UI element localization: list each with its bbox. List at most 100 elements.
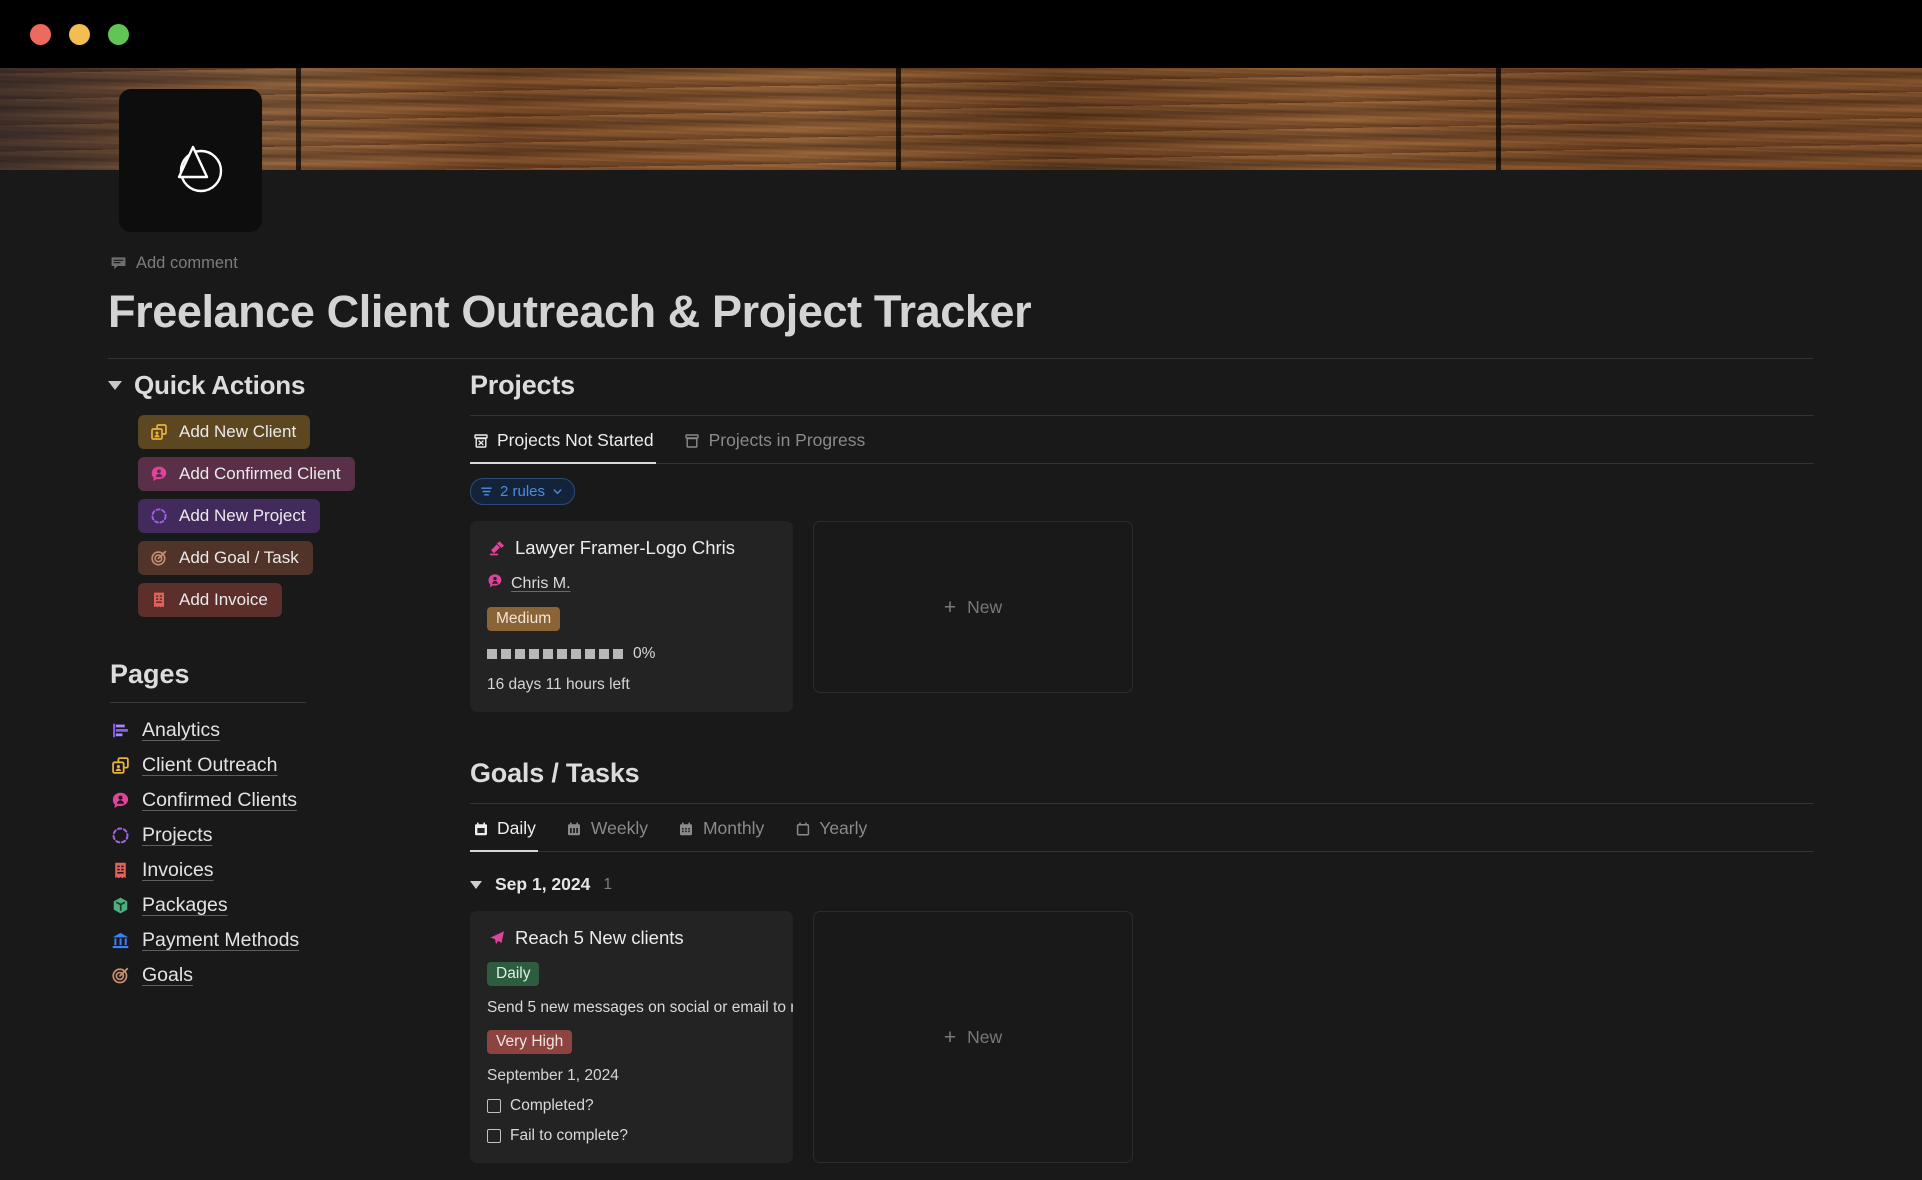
target-icon xyxy=(149,548,169,568)
client-cards-icon xyxy=(149,422,169,442)
new-project-label: New xyxy=(967,596,1003,617)
sidebar-item-confirmed-clients[interactable]: Confirmed Clients xyxy=(110,789,408,812)
quick-action-add-new-project[interactable]: Add New Project xyxy=(138,499,320,533)
tab-label: Weekly xyxy=(590,818,648,838)
goals-group-count: 1 xyxy=(603,875,612,893)
gavel-icon xyxy=(487,539,506,558)
dashed-circle-icon xyxy=(110,825,131,846)
goals-group-header[interactable]: Sep 1, 2024 1 xyxy=(470,874,1815,895)
quick-action-add-invoice[interactable]: Add Invoice xyxy=(138,583,282,617)
sidebar-item-label: Invoices xyxy=(142,859,214,881)
completed-checkbox[interactable] xyxy=(487,1099,501,1113)
sidebar-item-packages[interactable]: Packages xyxy=(110,894,408,917)
pages-title: Pages xyxy=(110,659,190,689)
project-person-name: Chris M. xyxy=(511,574,571,592)
project-priority-badge: Medium xyxy=(487,607,561,631)
progress-block xyxy=(557,649,567,659)
completed-label: Completed? xyxy=(510,1097,594,1114)
project-card-title-row: Lawyer Framer-Logo Chris xyxy=(487,537,776,559)
sidebar-item-label: Client Outreach xyxy=(142,754,278,776)
minimize-window-button[interactable] xyxy=(69,23,90,45)
new-goal-button[interactable]: + New xyxy=(813,911,1133,1163)
chat-person-icon xyxy=(487,573,503,594)
sidebar-column: Quick Actions Add New Client Add Confirm… xyxy=(108,370,408,987)
cover-image[interactable] xyxy=(0,68,1922,170)
goal-fail-checkbox-row[interactable]: Fail to complete? xyxy=(487,1127,776,1145)
goal-date: September 1, 2024 xyxy=(487,1067,619,1084)
maximize-window-button[interactable] xyxy=(108,23,129,45)
paper-plane-icon xyxy=(487,929,506,948)
client-cards-icon xyxy=(110,755,131,776)
progress-block xyxy=(501,649,511,659)
progress-block xyxy=(613,649,623,659)
calendar-week-icon xyxy=(566,820,583,837)
project-deadline: 16 days 11 hours left xyxy=(487,676,630,693)
projects-tabs: Projects Not Started Projects in Progres… xyxy=(470,416,1815,464)
progress-block xyxy=(515,649,525,659)
projects-card-row: Lawyer Framer-Logo Chris Chris M. Medium… xyxy=(470,521,1815,712)
tab-label: Daily xyxy=(497,818,536,838)
comment-icon xyxy=(111,257,126,270)
tab-monthly[interactable]: Monthly xyxy=(676,804,766,852)
quick-action-add-confirmed-client[interactable]: Add Confirmed Client xyxy=(138,457,355,491)
project-title: Lawyer Framer-Logo Chris xyxy=(515,537,736,558)
progress-block xyxy=(543,649,553,659)
plus-icon: + xyxy=(943,1025,957,1049)
window-titlebar xyxy=(0,0,1922,68)
tab-daily[interactable]: Daily xyxy=(470,804,538,852)
progress-block xyxy=(599,649,609,659)
collapse-triangle-icon[interactable] xyxy=(108,381,122,390)
archive-x-icon xyxy=(472,432,489,449)
goal-card[interactable]: Reach 5 New clients Daily Send 5 new mes… xyxy=(470,911,793,1163)
project-card-person[interactable]: Chris M. xyxy=(487,573,776,594)
tab-label: Projects in Progress xyxy=(708,430,866,450)
tab-projects-in-progress[interactable]: Projects in Progress xyxy=(682,416,868,464)
goal-title: Reach 5 New clients xyxy=(515,927,684,948)
sidebar-item-analytics[interactable]: Analytics xyxy=(110,719,408,742)
quick-action-label: Add Invoice xyxy=(179,590,268,609)
pages-list: Analytics Client Outreach Confirmed Clie… xyxy=(110,719,408,987)
new-project-button[interactable]: + New xyxy=(813,521,1133,693)
goal-card-title-row: Reach 5 New clients xyxy=(487,927,776,949)
tab-weekly[interactable]: Weekly xyxy=(564,804,650,852)
quick-action-label: Add Confirmed Client xyxy=(179,464,341,483)
quick-action-label: Add New Client xyxy=(179,422,297,441)
project-card[interactable]: Lawyer Framer-Logo Chris Chris M. Medium… xyxy=(470,521,793,712)
bank-icon xyxy=(110,930,131,951)
quick-actions-title: Quick Actions xyxy=(134,370,306,400)
sidebar-item-label: Packages xyxy=(142,894,228,916)
projects-section-title: Projects xyxy=(470,370,575,400)
goal-completed-checkbox-row[interactable]: Completed? xyxy=(487,1097,776,1115)
add-comment-label: Add comment xyxy=(136,254,238,272)
add-comment-button[interactable]: Add comment xyxy=(110,254,238,273)
goals-tabs: Daily Weekly Monthly Yearly xyxy=(470,804,1815,852)
invoice-icon xyxy=(110,860,131,881)
sidebar-item-projects[interactable]: Projects xyxy=(110,824,408,847)
group-collapse-triangle-icon[interactable] xyxy=(470,880,482,889)
invoice-icon xyxy=(149,590,169,610)
quick-action-add-goal-task[interactable]: Add Goal / Task xyxy=(138,541,313,575)
tab-label: Yearly xyxy=(819,818,868,838)
sidebar-item-invoices[interactable]: Invoices xyxy=(110,859,408,882)
quick-actions-list: Add New Client Add Confirmed Client Add … xyxy=(138,415,408,617)
goals-card-row: Reach 5 New clients Daily Send 5 new mes… xyxy=(470,911,1815,1163)
sidebar-item-label: Goals xyxy=(142,964,193,986)
sidebar-item-goals[interactable]: Goals xyxy=(110,964,408,987)
sidebar-item-client-outreach[interactable]: Client Outreach xyxy=(110,754,408,777)
quick-action-add-new-client[interactable]: Add New Client xyxy=(138,415,311,449)
goals-section-title: Goals / Tasks xyxy=(470,758,640,788)
calendar-month-icon xyxy=(678,820,695,837)
sidebar-item-label: Analytics xyxy=(142,719,221,741)
fail-to-complete-checkbox[interactable] xyxy=(487,1129,501,1143)
projects-filter-rules-button[interactable]: 2 rules xyxy=(470,478,576,505)
tab-yearly[interactable]: Yearly xyxy=(792,804,869,852)
app-window: Add comment Freelance Client Outreach & … xyxy=(0,0,1922,1180)
quick-actions-header[interactable]: Quick Actions xyxy=(108,370,408,401)
sidebar-item-payment-methods[interactable]: Payment Methods xyxy=(110,929,408,952)
tab-projects-not-started[interactable]: Projects Not Started xyxy=(470,416,656,464)
sidebar-item-label: Confirmed Clients xyxy=(142,789,297,811)
page-title[interactable]: Freelance Client Outreach & Project Trac… xyxy=(108,286,1032,338)
sidebar-item-label: Projects xyxy=(142,824,213,846)
close-window-button[interactable] xyxy=(30,23,51,45)
new-goal-label: New xyxy=(967,1026,1003,1047)
